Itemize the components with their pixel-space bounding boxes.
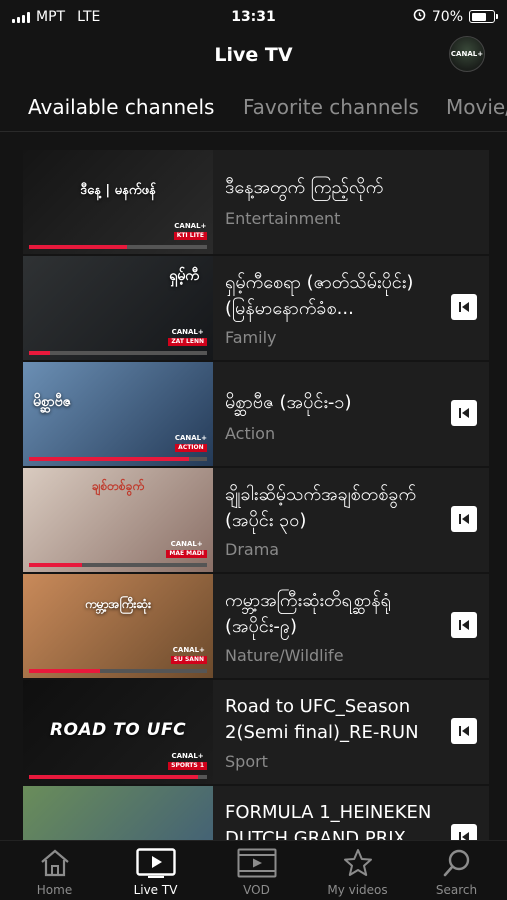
nav-vod[interactable]: VOD: [206, 847, 307, 900]
channel-thumbnail: [23, 786, 213, 840]
restart-icon: [459, 302, 469, 312]
channel-thumbnail: မိစ္ဆာဗီဇ CANAL+ ACTION: [23, 362, 213, 466]
page-title: Live TV: [214, 44, 293, 66]
thumb-caption: ဒီနေ့ | မနက်ဖန်: [80, 183, 156, 198]
channel-thumbnail: ဒီနေ့ | မနက်ဖန် CANAL+ KTI LITE: [23, 150, 213, 254]
channel-thumbnail: ကမ္ဘာ့အကြီးဆုံး CANAL+ SU SANN: [23, 574, 213, 678]
restart-icon: [459, 726, 469, 736]
battery-icon: [469, 10, 498, 23]
home-icon: [4, 847, 105, 879]
avatar[interactable]: CANAL+: [449, 36, 485, 72]
channel-logo: CANAL+ KTI LITE: [173, 222, 207, 240]
restart-button[interactable]: [451, 400, 477, 426]
star-icon: [307, 847, 408, 879]
channel-item[interactable]: မိစ္ဆာဗီဇ CANAL+ ACTION မိစ္ဆာဗီဇ (အပိုင်…: [23, 362, 489, 466]
avatar-logo: CANAL+: [450, 50, 484, 58]
nav-label: VOD: [243, 883, 270, 897]
tv-icon: [105, 847, 206, 879]
progress-bar: [29, 563, 207, 567]
restart-icon: [459, 832, 469, 840]
channel-genre: Entertainment: [225, 209, 341, 228]
thumb-caption: ချစ်တစ်ခွက်: [91, 479, 145, 493]
thumb-caption: ရှမ့်ကီ: [169, 268, 199, 284]
restart-button[interactable]: [451, 506, 477, 532]
restart-button[interactable]: [451, 612, 477, 638]
nav-label: My videos: [327, 883, 388, 897]
restart-button[interactable]: [451, 718, 477, 744]
channel-item[interactable]: ရှမ့်ကီ CANAL+ ZAT LENN ရှမ့်ကီစေရာ (ဇာတ်…: [23, 256, 489, 360]
channel-info: ကမ္ဘာ့အကြီးဆုံးတိရစ္ဆာန်ရုံ (အပိုင်း-၉) …: [225, 574, 435, 678]
tab-movie[interactable]: Movie/: [446, 95, 507, 119]
channel-info: ရှမ့်ကီစေရာ (ဇာတ်သိမ်းပိုင်း)(မြန်မာနောက…: [225, 256, 435, 360]
channel-title: ချိုခါးဆိမ့်သက်အချစ်တစ်ခွက် (အပိုင်း ၃၀): [225, 484, 417, 531]
nav-my-videos[interactable]: My videos: [307, 847, 408, 900]
channel-thumbnail: ROAD TO UFC CANAL+ SPORTS 1: [23, 680, 213, 784]
channel-info: ဒီနေ့အတွက် ကြည့်လိုက် Entertainment: [225, 150, 435, 254]
channel-item[interactable]: ချစ်တစ်ခွက် CANAL+ MAE MADI ချိုခါးဆိမ့်သ…: [23, 468, 489, 572]
channel-genre: Nature/Wildlife: [225, 646, 344, 665]
channel-item[interactable]: ကမ္ဘာ့အကြီးဆုံး CANAL+ SU SANN ကမ္ဘာ့အကြီ…: [23, 574, 489, 678]
channel-genre: Sport: [225, 752, 268, 771]
channel-logo: CANAL+ ACTION: [174, 434, 207, 452]
progress-bar: [29, 775, 207, 779]
channel-item[interactable]: ROAD TO UFC CANAL+ SPORTS 1 Road to UFC_S…: [23, 680, 489, 784]
nav-search[interactable]: Search: [406, 847, 507, 900]
channel-info: ချိုခါးဆိမ့်သက်အချစ်တစ်ခွက် (အပိုင်း ၃၀)…: [225, 468, 435, 572]
status-bar: MPT LTE 13:31 70%: [0, 0, 507, 34]
nav-label: Home: [36, 883, 73, 897]
channel-title: မိစ္ဆာဗီဇ (အပိုင်း-၁): [225, 392, 352, 413]
restart-icon: [459, 620, 469, 630]
restart-icon: [459, 408, 469, 418]
thumb-caption: မိစ္ဆာဗီဇ: [33, 394, 71, 410]
channel-list[interactable]: ဒီနေ့ | မနက်ဖန် CANAL+ KTI LITE ဒီနေ့အတွက…: [23, 150, 489, 840]
channel-title: ကမ္ဘာ့အကြီးဆုံးတိရစ္ဆာန်ရုံ (အပိုင်း-၉): [225, 590, 391, 637]
thumb-caption: ကမ္ဘာ့အကြီးဆုံး: [85, 597, 151, 611]
progress-bar: [29, 669, 207, 673]
channel-item[interactable]: FORMULA 1_HEINEKEN DUTCH GRAND PRIX: [23, 786, 489, 840]
restart-icon: [459, 514, 469, 524]
restart-button[interactable]: [451, 824, 477, 840]
channel-tabs: Available channels Favorite channels Mov…: [0, 80, 507, 132]
channel-title: Road to UFC_Season 2(Semi final)_RE-RUN: [225, 696, 419, 743]
channel-info: မိစ္ဆာဗီဇ (အပိုင်း-၁) Action: [225, 362, 435, 466]
bottom-nav: Home Live TV VOD My videos Search: [0, 840, 507, 900]
restart-button[interactable]: [451, 294, 477, 320]
header: Live TV CANAL+: [0, 34, 507, 78]
channel-logo: CANAL+ MAE MADI: [166, 541, 207, 558]
nav-home[interactable]: Home: [4, 847, 105, 900]
search-icon: [406, 847, 507, 879]
thumb-caption: ROAD TO UFC: [49, 720, 187, 740]
nav-label: Search: [435, 883, 478, 897]
progress-bar: [29, 457, 207, 461]
tab-available-channels[interactable]: Available channels: [28, 95, 214, 119]
nav-live-tv[interactable]: Live TV: [105, 847, 206, 900]
channel-title: FORMULA 1_HEINEKEN DUTCH GRAND PRIX: [225, 802, 432, 840]
channel-logo: CANAL+ SPORTS 1: [168, 753, 207, 770]
channel-genre: Family: [225, 328, 277, 347]
channel-thumbnail: ချစ်တစ်ခွက် CANAL+ MAE MADI: [23, 468, 213, 572]
channel-genre: Drama: [225, 540, 280, 559]
channel-logo: CANAL+ ZAT LENN: [168, 329, 207, 346]
channel-item[interactable]: ဒီနေ့ | မနက်ဖန် CANAL+ KTI LITE ဒီနေ့အတွက…: [23, 150, 489, 254]
film-icon: [206, 847, 307, 879]
progress-bar: [29, 245, 207, 249]
channel-logo: CANAL+ SU SANN: [170, 647, 207, 664]
channel-info: FORMULA 1_HEINEKEN DUTCH GRAND PRIX: [225, 786, 435, 840]
nav-label: Live TV: [133, 883, 178, 897]
channel-thumbnail: ရှမ့်ကီ CANAL+ ZAT LENN: [23, 256, 213, 360]
channel-info: Road to UFC_Season 2(Semi final)_RE-RUN …: [225, 680, 435, 784]
alarm-icon: [413, 8, 426, 25]
battery-percent: 70%: [431, 8, 463, 25]
progress-bar: [29, 351, 207, 355]
channel-genre: Action: [225, 424, 276, 443]
tab-favorite-channels[interactable]: Favorite channels: [243, 95, 419, 119]
channel-title: ရှမ့်ကီစေရာ (ဇာတ်သိမ်းပိုင်း)(မြန်မာနောက…: [225, 272, 414, 319]
channel-title: ဒီနေ့အတွက် ကြည့်လိုက်: [225, 177, 384, 198]
status-right: 70%: [413, 8, 498, 25]
